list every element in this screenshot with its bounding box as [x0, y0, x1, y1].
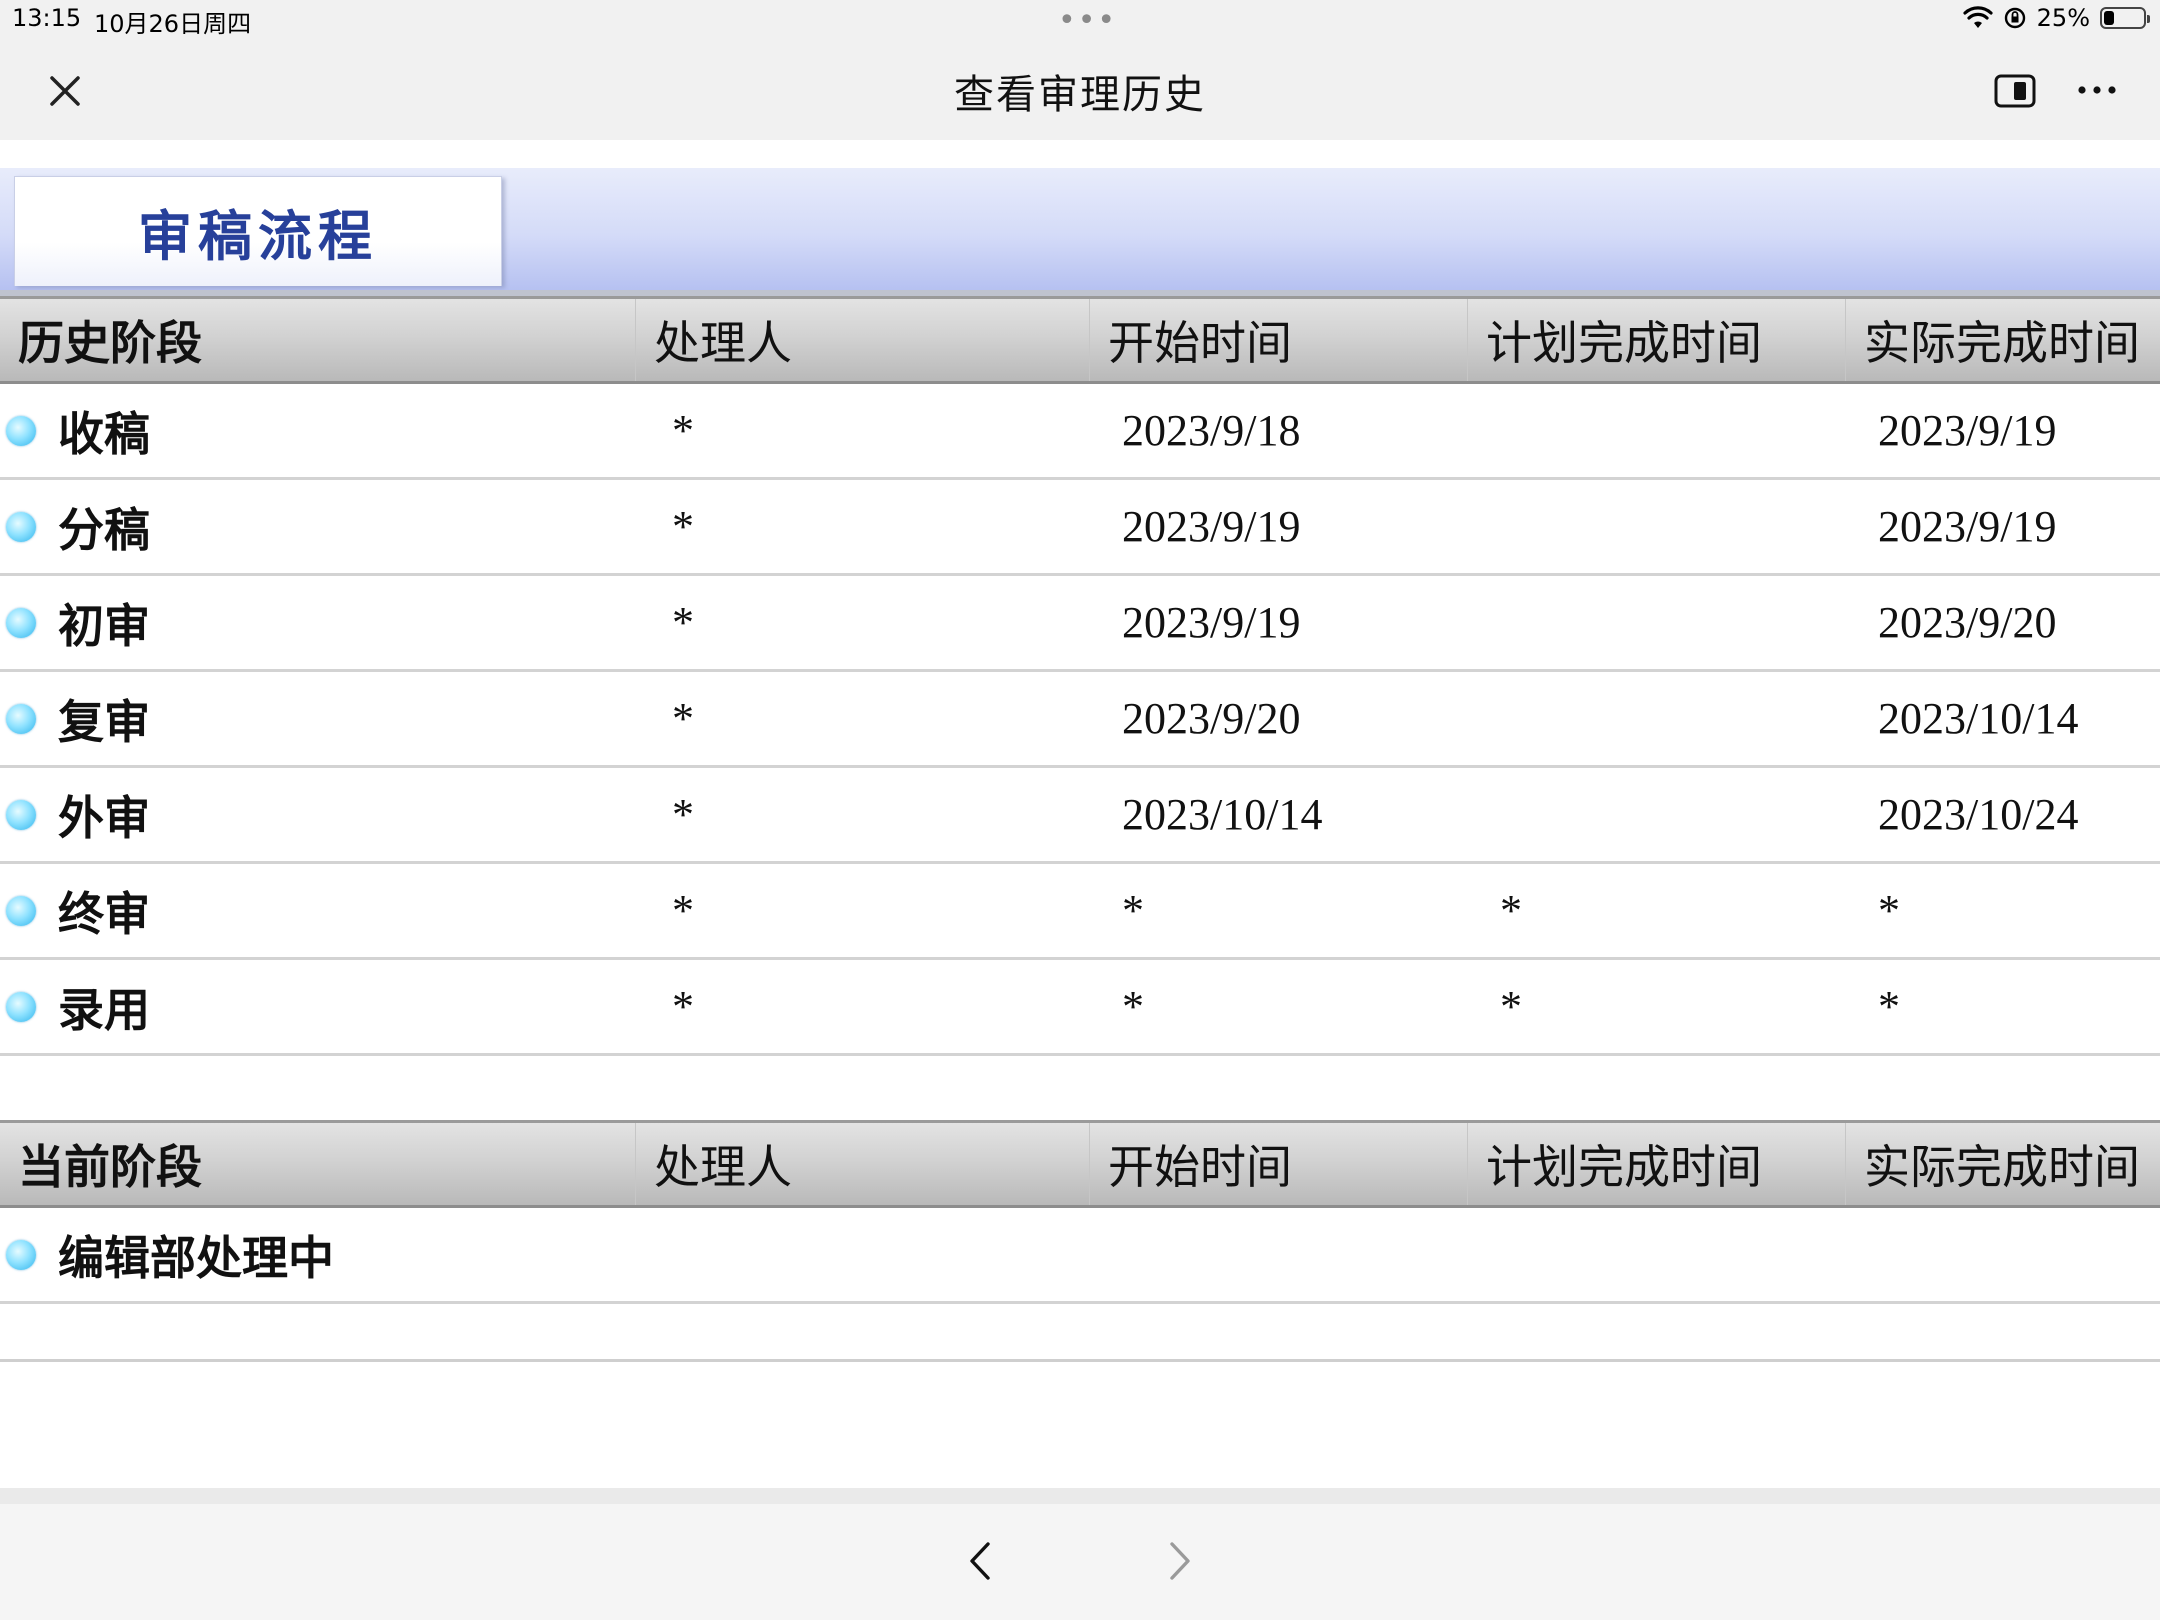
planned-cell [1468, 384, 1846, 477]
history-table: 历史阶段 处理人 开始时间 计划完成时间 实际完成时间 收稿 * 2023/9/… [0, 296, 2160, 1056]
start-cell: 2023/9/19 [1122, 598, 1301, 647]
current-table-header: 当前阶段 处理人 开始时间 计划完成时间 实际完成时间 [0, 1120, 2160, 1208]
header-planned-time: 计划完成时间 [1468, 1123, 1846, 1205]
more-icon[interactable] [2074, 70, 2120, 110]
status-time: 13:15 [12, 4, 82, 32]
handler-cell: * [672, 598, 694, 647]
bullet-icon [6, 895, 36, 926]
header-planned-time: 计划完成时间 [1468, 299, 1846, 381]
table-row: 复审 * 2023/9/20 2023/10/14 [0, 672, 2160, 768]
header-handler: 处理人 [636, 299, 1090, 381]
actual-cell: * [1878, 886, 1900, 935]
header-start-time: 开始时间 [1090, 1123, 1468, 1205]
battery-level [2104, 11, 2114, 25]
actual-cell: 2023/10/14 [1878, 694, 2079, 743]
header-current-stage: 当前阶段 [0, 1123, 636, 1205]
header-history-stage: 历史阶段 [0, 299, 636, 381]
table-row: 初审 * 2023/9/19 2023/9/20 [0, 576, 2160, 672]
history-table-header: 历史阶段 处理人 开始时间 计划完成时间 实际完成时间 [0, 296, 2160, 384]
stage-name: 外审 [58, 790, 150, 845]
current-table: 当前阶段 处理人 开始时间 计划完成时间 实际完成时间 编辑部处理中 [0, 1120, 2160, 1362]
start-cell: * [1122, 886, 1144, 935]
planned-cell [1468, 480, 1846, 573]
battery-icon [2100, 7, 2150, 29]
battery-percent: 25% [2036, 4, 2090, 32]
handler-cell: * [672, 886, 694, 935]
header-handler: 处理人 [636, 1123, 1090, 1205]
start-cell: 2023/9/19 [1122, 502, 1301, 551]
stage-name: 录用 [58, 982, 150, 1037]
actual-cell: 2023/9/19 [1878, 406, 2057, 455]
page-title: 查看审理历史 [954, 72, 1206, 118]
handler-cell: * [672, 982, 694, 1031]
handler-cell: * [672, 790, 694, 839]
actual-cell: 2023/9/19 [1878, 502, 2057, 551]
header-actual-time: 实际完成时间 [1864, 316, 2140, 370]
toolbar-divider [0, 1488, 2160, 1504]
bullet-icon [6, 991, 36, 1022]
start-cell: 2023/10/14 [1122, 790, 1323, 839]
multitasking-dots-icon[interactable]: ••• [1058, 6, 1117, 36]
orientation-lock-icon [2004, 7, 2025, 29]
start-cell: 2023/9/20 [1122, 694, 1301, 743]
actual-cell: * [1878, 982, 1900, 1031]
stage-name: 收稿 [58, 406, 150, 461]
handler-cell [636, 1208, 1090, 1301]
planned-cell: * [1500, 982, 1522, 1031]
status-right: 25% [1963, 4, 2150, 32]
planned-cell [1468, 672, 1846, 765]
tab-review-process[interactable]: 审稿流程 [14, 176, 502, 286]
planned-cell [1468, 1208, 1846, 1301]
bullet-icon [6, 799, 36, 830]
actual-cell [1846, 1208, 2160, 1301]
planned-cell [1468, 768, 1846, 861]
bottom-toolbar [0, 1504, 2160, 1620]
nav-bar: 查看审理历史 [0, 40, 2160, 140]
stage-name: 初审 [58, 598, 150, 653]
status-bar: 13:15 10月26日周四 ••• 25% [0, 0, 2160, 40]
chevron-right-icon[interactable] [1160, 1534, 1200, 1588]
start-cell [1090, 1208, 1468, 1301]
stage-name: 分稿 [58, 502, 150, 557]
handler-cell: * [672, 502, 694, 551]
bullet-icon [6, 607, 36, 638]
planned-cell: * [1500, 886, 1522, 935]
stage-name: 复审 [58, 694, 150, 749]
stage-name: 终审 [58, 886, 150, 941]
table-row: 录用 * * * * [0, 960, 2160, 1056]
table-row: 收稿 * 2023/9/18 2023/9/19 [0, 384, 2160, 480]
table-row: 编辑部处理中 [0, 1208, 2160, 1304]
handler-cell: * [672, 406, 694, 455]
bullet-icon [6, 511, 36, 542]
table-spacer [0, 1304, 2160, 1362]
bullet-icon [6, 415, 36, 446]
header-start-time: 开始时间 [1090, 299, 1468, 381]
wifi-icon [1963, 6, 1993, 28]
table-row: 终审 * * * * [0, 864, 2160, 960]
actual-cell: 2023/9/20 [1878, 598, 2057, 647]
tab-strip: 审稿流程 [0, 168, 2160, 290]
split-view-icon[interactable] [1994, 74, 2036, 108]
actual-cell: 2023/10/24 [1878, 790, 2079, 839]
start-cell: * [1122, 982, 1144, 1031]
table-row: 分稿 * 2023/9/19 2023/9/19 [0, 480, 2160, 576]
table-row: 外审 * 2023/10/14 2023/10/24 [0, 768, 2160, 864]
planned-cell [1468, 576, 1846, 669]
handler-cell: * [672, 694, 694, 743]
stage-name: 编辑部处理中 [58, 1230, 334, 1285]
status-date: 10月26日周四 [94, 10, 252, 38]
start-cell: 2023/9/18 [1122, 406, 1301, 455]
bullet-icon [6, 703, 36, 734]
bullet-icon [6, 1239, 36, 1270]
header-actual-time: 实际完成时间 [1864, 1140, 2140, 1194]
chevron-left-icon[interactable] [960, 1534, 1000, 1588]
